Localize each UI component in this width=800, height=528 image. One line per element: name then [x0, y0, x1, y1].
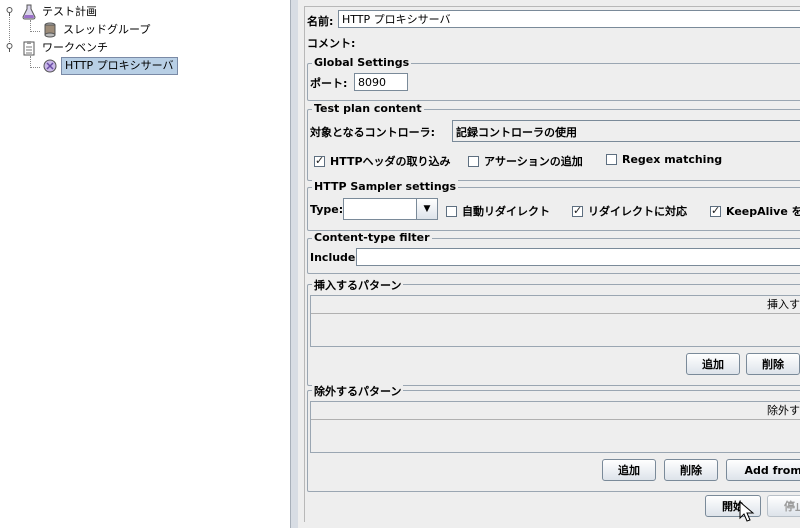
tree-connector [30, 31, 40, 32]
port-label: ポート: [310, 77, 348, 90]
proxy-config-panel: 名前: HTTP プロキシサーバ コメント: Global Settings ポ… [298, 0, 800, 528]
clipboard-icon [21, 40, 37, 56]
group-title: 挿入するパターン [312, 277, 404, 293]
group-title: Test plan content [312, 102, 424, 115]
exclude-delete-button[interactable]: 削除 [664, 459, 718, 481]
chevron-down-icon[interactable]: ▼ [416, 199, 437, 219]
name-label: 名前: [307, 15, 334, 28]
capture-headers-checkbox[interactable]: HTTPヘッダの取り込み [314, 153, 451, 169]
panel-frame: 名前: HTTP プロキシサーバ コメント: Global Settings ポ… [304, 6, 800, 522]
tree-node-http-proxy[interactable]: HTTP プロキシサーバ [42, 57, 178, 75]
spool-icon [42, 22, 58, 38]
checkbox-label: 自動リダイレクト [462, 205, 550, 218]
group-title: HTTP Sampler settings [312, 180, 459, 193]
tree-node-label: ワークベンチ [42, 41, 108, 54]
target-controller-label: 対象となるコントローラ: [310, 126, 436, 139]
tree-node-label: HTTP プロキシサーバ [61, 57, 178, 75]
exclude-add-button[interactable]: 追加 [602, 459, 656, 481]
type-select[interactable]: ▼ [343, 198, 438, 220]
comment-input[interactable] [357, 31, 800, 49]
keepalive-checkbox[interactable]: KeepAlive を有 [710, 203, 800, 219]
global-settings-group: Global Settings ポート: 8090 [307, 56, 800, 101]
follow-redirects-checkbox[interactable]: リダイレクトに対応 [572, 203, 687, 219]
include-patterns-table[interactable]: 挿入す [310, 295, 800, 347]
add-from-clipboard-button[interactable]: Add from Cl [726, 459, 800, 481]
test-plan-content-group: Test plan content 対象となるコントローラ: 記録コントローラの… [307, 102, 800, 181]
flask-icon [21, 4, 37, 20]
checkbox-box [572, 204, 583, 217]
port-input[interactable]: 8090 [354, 73, 408, 91]
content-type-filter-group: Content-type filter Include: [307, 231, 800, 274]
regex-matching-checkbox[interactable]: Regex matching [606, 153, 722, 166]
sampler-settings-group: HTTP Sampler settings Type: ▼ 自動リダイレクト リ… [307, 180, 800, 231]
checkbox-box [314, 154, 325, 167]
table-header[interactable]: 除外す [311, 402, 800, 420]
exclude-patterns-table[interactable]: 除外す [310, 401, 800, 453]
auto-redirect-checkbox[interactable]: 自動リダイレクト [446, 203, 550, 219]
include-add-button[interactable]: 追加 [686, 353, 740, 375]
group-title: Content-type filter [312, 231, 432, 244]
checkbox-label: HTTPヘッダの取り込み [330, 155, 451, 168]
checkbox-box [710, 204, 721, 217]
group-title: Global Settings [312, 56, 412, 69]
group-title: 除外するパターン [312, 383, 404, 399]
tree-node-test-plan[interactable]: テスト計画 [21, 3, 99, 21]
tree-node-label: スレッドグループ [63, 23, 151, 36]
checkbox-label: リダイレクトに対応 [588, 205, 687, 218]
include-delete-button[interactable]: 削除 [746, 353, 800, 375]
checkbox-box [606, 154, 617, 165]
expand-handle-icon[interactable] [5, 7, 14, 16]
proxy-icon [42, 58, 58, 74]
tree-node-thread-group[interactable]: スレッドグループ [42, 21, 152, 39]
tree-connector [30, 67, 40, 68]
checkbox-label: KeepAlive を有 [726, 205, 800, 218]
checkbox-box [468, 155, 479, 167]
checkbox-label: Regex matching [622, 153, 723, 166]
tree-panel: テスト計画 スレッドグループ ワークベンチ HTTP プロキシサーバ [0, 0, 290, 528]
checkbox-box [446, 205, 457, 217]
include-patterns-group: 挿入するパターン 挿入す 追加 削除 [307, 277, 800, 386]
target-controller-select[interactable]: 記録コントローラの使用 [452, 120, 800, 142]
table-header[interactable]: 挿入す [311, 296, 800, 314]
exclude-patterns-group: 除外するパターン 除外す 追加 削除 Add from Cl [307, 383, 800, 492]
target-controller-value: 記録コントローラの使用 [456, 126, 577, 139]
stop-button[interactable]: 停止 [767, 495, 800, 517]
expand-handle-icon[interactable] [5, 43, 14, 52]
include-input[interactable] [356, 248, 800, 266]
mouse-cursor-icon [739, 500, 755, 523]
comment-label: コメント: [307, 37, 356, 50]
tree-node-workbench[interactable]: ワークベンチ [21, 39, 110, 57]
name-input[interactable]: HTTP プロキシサーバ [338, 10, 800, 28]
add-assertions-checkbox[interactable]: アサーションの追加 [468, 153, 583, 169]
checkbox-label: アサーションの追加 [484, 155, 583, 168]
include-label: Include: [310, 251, 360, 264]
tree-node-label: テスト計画 [42, 5, 97, 18]
type-label: Type: [310, 203, 344, 216]
